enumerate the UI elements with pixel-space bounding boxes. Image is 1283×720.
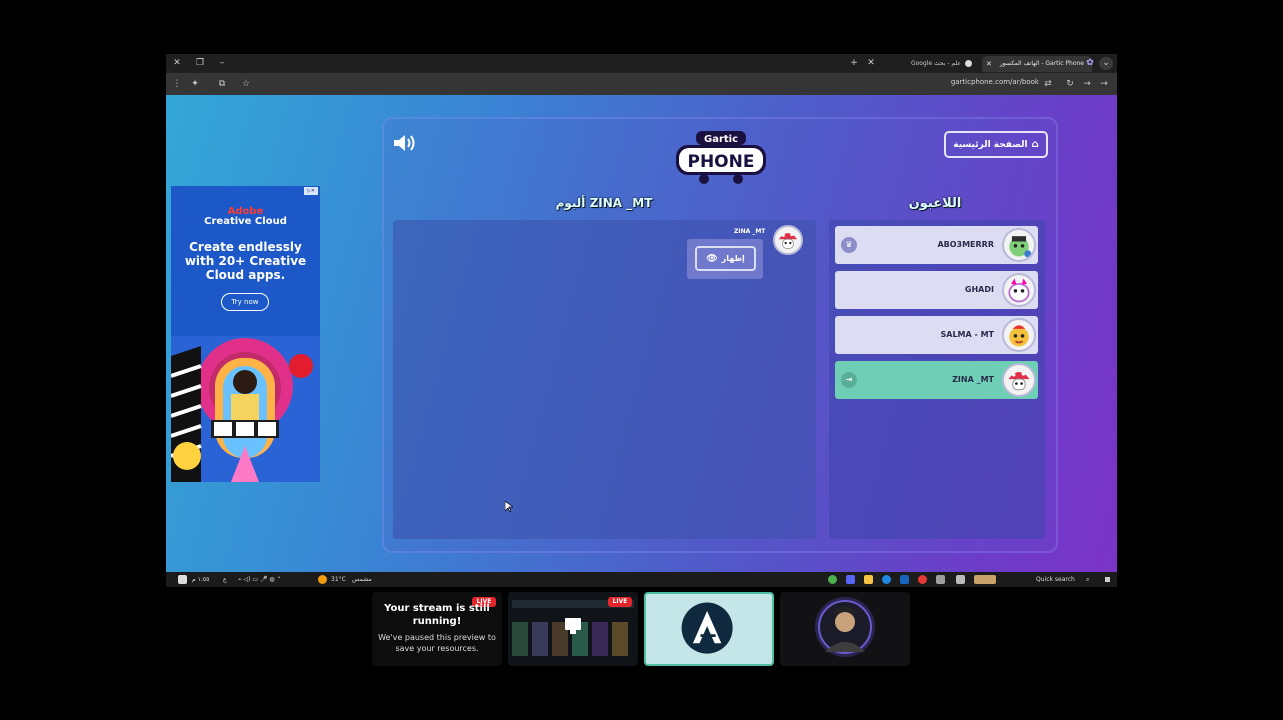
participant-avatar-tile[interactable] (780, 592, 910, 666)
player-avatar (1002, 363, 1036, 397)
player-name: ZINA _MT (952, 375, 994, 384)
adobe-ad[interactable]: ▷✕ Adobe Creative Cloud Create endlessly… (171, 186, 320, 482)
mouse-cursor-icon (505, 501, 513, 513)
svg-text:PHONE: PHONE (688, 152, 755, 172)
task-view-icon[interactable] (956, 575, 965, 584)
stream-paused-tile[interactable]: LIVE Your stream is still running! We've… (372, 592, 502, 666)
live-badge: LIVE (608, 597, 632, 607)
widgets-icon[interactable] (936, 575, 945, 584)
crown-icon: ♛ (841, 237, 857, 253)
message-author: ZINA _MT (734, 228, 766, 235)
language-indicator[interactable]: ع (223, 572, 227, 587)
windows-start-icon[interactable] (1104, 576, 1111, 583)
paused-title: Your stream is still running! (384, 603, 490, 627)
clock[interactable]: ١:٥٥ م (192, 572, 209, 587)
sound-icon[interactable] (392, 132, 418, 154)
chrome-icon[interactable] (828, 575, 837, 584)
tab-close-icon[interactable]: ✕ (986, 56, 992, 72)
player-name: GHADI (964, 285, 994, 294)
extension-icon[interactable]: ✦ (188, 77, 202, 91)
ad-headline: Create endlessly with 20+ Creative Cloud… (184, 240, 307, 282)
address-bar: ⋮ ✦ ⧉ ☆ garticphone.com/ar/book ⇄ ↻ → → (166, 73, 1117, 95)
quick-search[interactable]: Quick search (1036, 572, 1075, 587)
gartic-page: ▷✕ Adobe Creative Cloud Create endlessly… (166, 95, 1117, 572)
close-window-icon[interactable]: ✕ (170, 57, 184, 70)
edge-icon[interactable] (882, 575, 891, 584)
character-icon[interactable] (974, 575, 996, 584)
weather-label[interactable]: مشمس (352, 572, 372, 587)
tab-close-icon[interactable]: ✕ (864, 57, 878, 70)
share-icon[interactable]: ⧉ (215, 77, 229, 91)
site-settings-icon[interactable]: ⇄ (1041, 77, 1055, 91)
player-avatar (1002, 228, 1036, 262)
svg-text:Gartic: Gartic (704, 134, 738, 145)
tray-icons[interactable]: ⌁ ◁) ▭ 🎤 ◍ ⌃ (238, 572, 282, 587)
tab-bar: ✕ ❐ – + ✕ علم - بحث Google ✕ Gartic Phone… (166, 54, 1117, 73)
player-avatar (1002, 318, 1036, 352)
forward-icon[interactable]: → (1080, 77, 1094, 91)
players-title: اللاعبون (908, 196, 962, 211)
ad-close-icon[interactable]: ▷✕ (304, 187, 318, 195)
tab-google-search[interactable]: علم - بحث Google (883, 56, 980, 72)
screenshare-tile[interactable]: LIVE (508, 592, 638, 666)
search-icon[interactable]: ⌕ (1086, 572, 1089, 587)
user-avatar-icon (815, 597, 875, 657)
menu-icon[interactable]: ⋮ (170, 77, 184, 91)
weather-sun-icon (318, 575, 327, 584)
tab-search-icon[interactable]: ⌄ (1099, 57, 1113, 70)
ad-brand-name: Creative Cloud (204, 216, 287, 227)
eye-icon: 👁 (706, 254, 718, 264)
exit-icon[interactable]: ⇥ (841, 372, 857, 388)
tab-gartic-phone[interactable]: ✕ Gartic Phone - الهاتف المكسور (982, 56, 1092, 72)
ad-try-now-button[interactable]: Try now (221, 293, 269, 311)
notification-icon[interactable] (178, 575, 187, 584)
ad-artwork-icon (171, 336, 320, 482)
file-explorer-icon[interactable] (864, 575, 873, 584)
show-button[interactable]: إظهار👁 (695, 246, 756, 271)
message-avatar (773, 225, 803, 255)
discord-icon[interactable] (846, 575, 855, 584)
a-logo-icon (681, 602, 733, 654)
browser-window: ✕ ❐ – + ✕ علم - بحث Google ✕ Gartic Phone… (166, 54, 1117, 587)
gartic-phone-logo: Gartic PHONE (676, 131, 766, 184)
store-icon[interactable] (900, 575, 909, 584)
player-row-me[interactable]: ⇥ ZINA _MT (835, 361, 1038, 399)
minimize-window-icon[interactable]: – (215, 57, 229, 70)
album-title: ألبوم ZINA _MT (555, 196, 653, 210)
new-tab-icon[interactable]: + (847, 57, 861, 70)
players-list: ♛ ABO3MERRR GHADI SALMA - MT ⇥ ZINA _MT (829, 220, 1045, 539)
player-avatar (1002, 273, 1036, 307)
bookmark-star-icon[interactable]: ☆ (239, 77, 253, 91)
google-favicon-icon (965, 60, 972, 67)
player-name: SALMA - MT (940, 330, 994, 339)
player-row[interactable]: GHADI (835, 271, 1038, 309)
player-name: ABO3MERRR (937, 240, 994, 249)
app-icon[interactable] (918, 575, 927, 584)
weather-temp[interactable]: 31°C (331, 572, 346, 587)
participant-logo-tile[interactable] (644, 592, 774, 666)
restore-window-icon[interactable]: ❐ (193, 57, 207, 70)
player-row[interactable]: SALMA - MT (835, 316, 1038, 354)
url-field[interactable]: garticphone.com/ar/book (951, 78, 1039, 86)
gartic-favicon-icon: ✿ (1086, 58, 1094, 68)
home-icon: ⌂ (1031, 139, 1039, 150)
screen: ✕ ❐ – + ✕ علم - بحث Google ✕ Gartic Phone… (0, 0, 1283, 720)
back-icon[interactable]: → (1097, 77, 1111, 91)
player-row[interactable]: ♛ ABO3MERRR (835, 226, 1038, 264)
reload-icon[interactable]: ↻ (1063, 77, 1077, 91)
taskbar: ١:٥٥ م ع ⌁ ◁) ▭ 🎤 ◍ ⌃ 31°C مشمس Quick se… (166, 572, 1117, 587)
home-button[interactable]: ⌂الصفحة الرئيسية (944, 131, 1048, 158)
paused-subtitle: We've paused this preview to save your r… (378, 633, 496, 653)
